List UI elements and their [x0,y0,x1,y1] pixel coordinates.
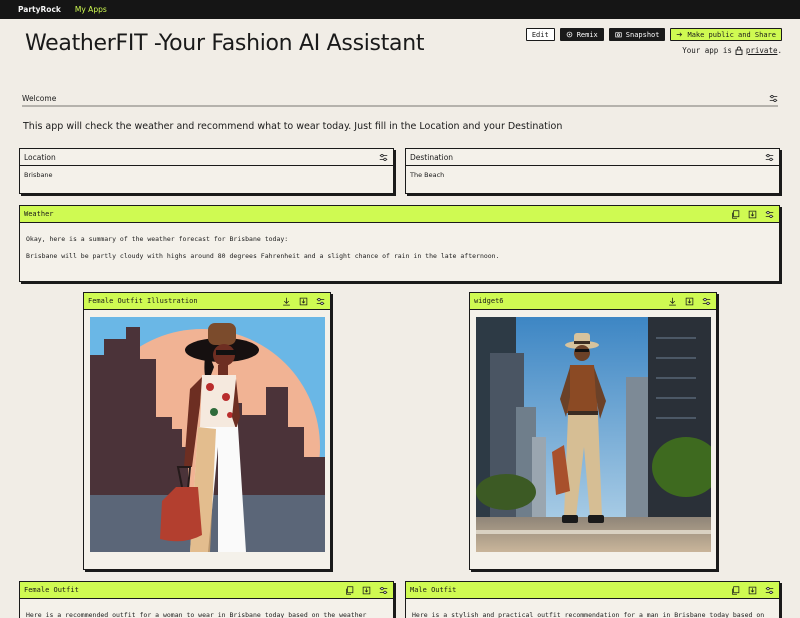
share-button[interactable]: Make public and Share [670,28,782,41]
widget6-title: widget6 [474,297,504,305]
weather-line: Okay, here is a summary of the weather f… [26,235,289,243]
remix-icon [566,31,572,38]
weather-widget: Weather Okay, here is a summary of the w… [19,205,780,282]
camera-icon [615,32,622,38]
save-icon[interactable] [747,209,757,219]
brand-logo[interactable]: PartyRock [18,5,61,14]
location-widget: Location Brisbane [19,148,394,194]
settings-sliders-icon[interactable] [764,209,774,219]
remix-button[interactable]: Remix [559,28,604,41]
female-outfit-widget: Female Outfit Here is a recommended outf… [19,581,394,618]
my-apps-link[interactable]: My Apps [75,5,107,14]
settings-sliders-icon[interactable] [768,93,778,103]
header-actions: Edit Remix Snapshot Make public and Shar… [525,28,782,41]
female-illustration-header: Female Outfit Illustration [84,293,330,310]
weather-output: Okay, here is a summary of the weather f… [20,223,779,262]
app-title: WeatherFIT -Your Fashion AI Assistant [25,31,425,56]
arrow-right-icon [677,32,683,37]
female-outfit-output: Here is a recommended outfit for a woman… [26,611,367,618]
copy-icon[interactable] [730,209,740,219]
female-outfit-title: Female Outfit [24,586,79,594]
destination-input[interactable]: The Beach [406,166,779,184]
male-outfit-title: Male Outfit [410,586,457,594]
female-outfit-image [90,317,325,552]
settings-sliders-icon[interactable] [378,585,388,595]
welcome-label: Welcome [22,93,57,103]
male-outfit-widget: Male Outfit Here is a stylish and practi… [405,581,780,618]
location-input[interactable]: Brisbane [20,166,393,184]
privacy-status: Your app is private. [682,46,782,55]
snapshot-label: Snapshot [625,30,660,39]
privacy-prefix: Your app is [682,46,732,55]
weather-line: Brisbane will be partly cloudy with high… [26,251,500,260]
top-bar: PartyRock My Apps [0,0,800,19]
privacy-link[interactable]: private [746,46,778,55]
settings-sliders-icon[interactable] [378,152,388,162]
welcome-section: Welcome [22,91,778,107]
widget6-header: widget6 [470,293,716,310]
remix-label: Remix [576,30,598,39]
settings-sliders-icon[interactable] [764,585,774,595]
male-outfit-image [476,317,711,552]
download-icon[interactable] [667,296,677,306]
weather-title: Weather [24,210,54,218]
male-outfit-header: Male Outfit [406,582,779,599]
snapshot-button[interactable]: Snapshot [608,28,666,41]
copy-icon[interactable] [344,585,354,595]
privacy-suffix: . [777,46,782,55]
save-icon[interactable] [361,585,371,595]
male-outfit-output: Here is a stylish and practical outfit r… [412,611,765,618]
intro-text: This app will check the weather and reco… [23,121,563,132]
lock-icon [735,46,743,55]
destination-widget: Destination The Beach [405,148,780,194]
settings-sliders-icon[interactable] [315,296,325,306]
settings-sliders-icon[interactable] [764,152,774,162]
widget6: widget6 [469,292,717,570]
save-icon[interactable] [298,296,308,306]
destination-header: Destination [406,149,779,166]
save-icon[interactable] [684,296,694,306]
copy-icon[interactable] [730,585,740,595]
download-icon[interactable] [281,296,291,306]
settings-sliders-icon[interactable] [701,296,711,306]
destination-label: Destination [410,152,454,162]
edit-label: Edit [531,30,549,39]
save-icon[interactable] [747,585,757,595]
female-illustration-widget: Female Outfit Illustration [83,292,331,570]
weather-header: Weather [20,206,779,223]
female-outfit-header: Female Outfit [20,582,393,599]
female-illustration-title: Female Outfit Illustration [88,297,198,305]
location-header: Location [20,149,393,166]
location-label: Location [24,152,56,162]
share-label: Make public and Share [687,30,776,39]
edit-button[interactable]: Edit [525,28,555,41]
